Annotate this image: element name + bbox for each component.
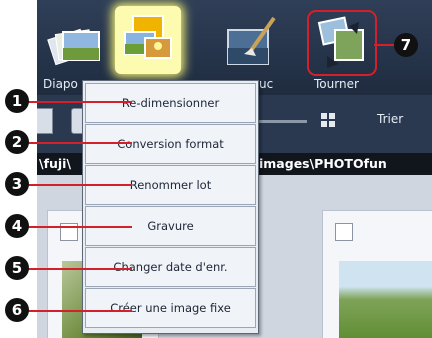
sort-label[interactable]: Trier: [377, 112, 403, 126]
callout-7: 7: [394, 33, 418, 57]
leader-line-3: [22, 184, 132, 186]
retouch-label: uc: [259, 77, 274, 91]
slideshow-label: Diapo: [43, 77, 78, 91]
callout-5: 5: [5, 256, 29, 280]
photo-stack-icon: [47, 28, 100, 66]
callout-1: 1: [5, 89, 29, 113]
thumbnail-card[interactable]: [322, 210, 432, 338]
rotate-icon: [317, 16, 364, 68]
thumbnail-image: [339, 261, 432, 338]
leader-line-2: [22, 142, 132, 144]
menu-item-create-still[interactable]: Créer une image fixe: [85, 288, 256, 328]
slideshow-tool-button[interactable]: [45, 12, 105, 74]
grid-view-icon[interactable]: [321, 112, 335, 127]
fit-view-button[interactable]: [37, 108, 53, 134]
menu-item-resize[interactable]: Re-dimensionner: [85, 83, 256, 123]
path-right: images\PHOTOfun: [259, 156, 387, 171]
leader-line-1: [22, 101, 132, 103]
menu-item-change-date[interactable]: Changer date d'enr.: [85, 247, 256, 287]
leader-line-7: [374, 44, 394, 46]
leader-line-6: [22, 310, 132, 312]
leader-line-4: [22, 226, 132, 228]
callout-6: 6: [5, 298, 29, 322]
rotate-tool-button[interactable]: [307, 10, 377, 76]
leader-line-5: [22, 268, 132, 270]
thumbnail-size-slider[interactable]: [257, 120, 307, 123]
menu-item-convert-format[interactable]: Conversion format: [85, 124, 256, 164]
retouch-tool-button[interactable]: [222, 12, 280, 72]
thumbnail-checkbox[interactable]: [335, 223, 353, 241]
rotate-label: Tourner: [314, 77, 359, 91]
path-left: \fuji\: [39, 156, 72, 171]
photos-icon: [124, 15, 172, 59]
image-tools-button[interactable]: [115, 6, 181, 74]
retouch-brush-icon: [227, 16, 276, 65]
callout-3: 3: [5, 172, 29, 196]
callout-4: 4: [5, 214, 29, 238]
image-tools-menu: Re-dimensionner Conversion format Renomm…: [82, 80, 259, 334]
callout-2: 2: [5, 130, 29, 154]
